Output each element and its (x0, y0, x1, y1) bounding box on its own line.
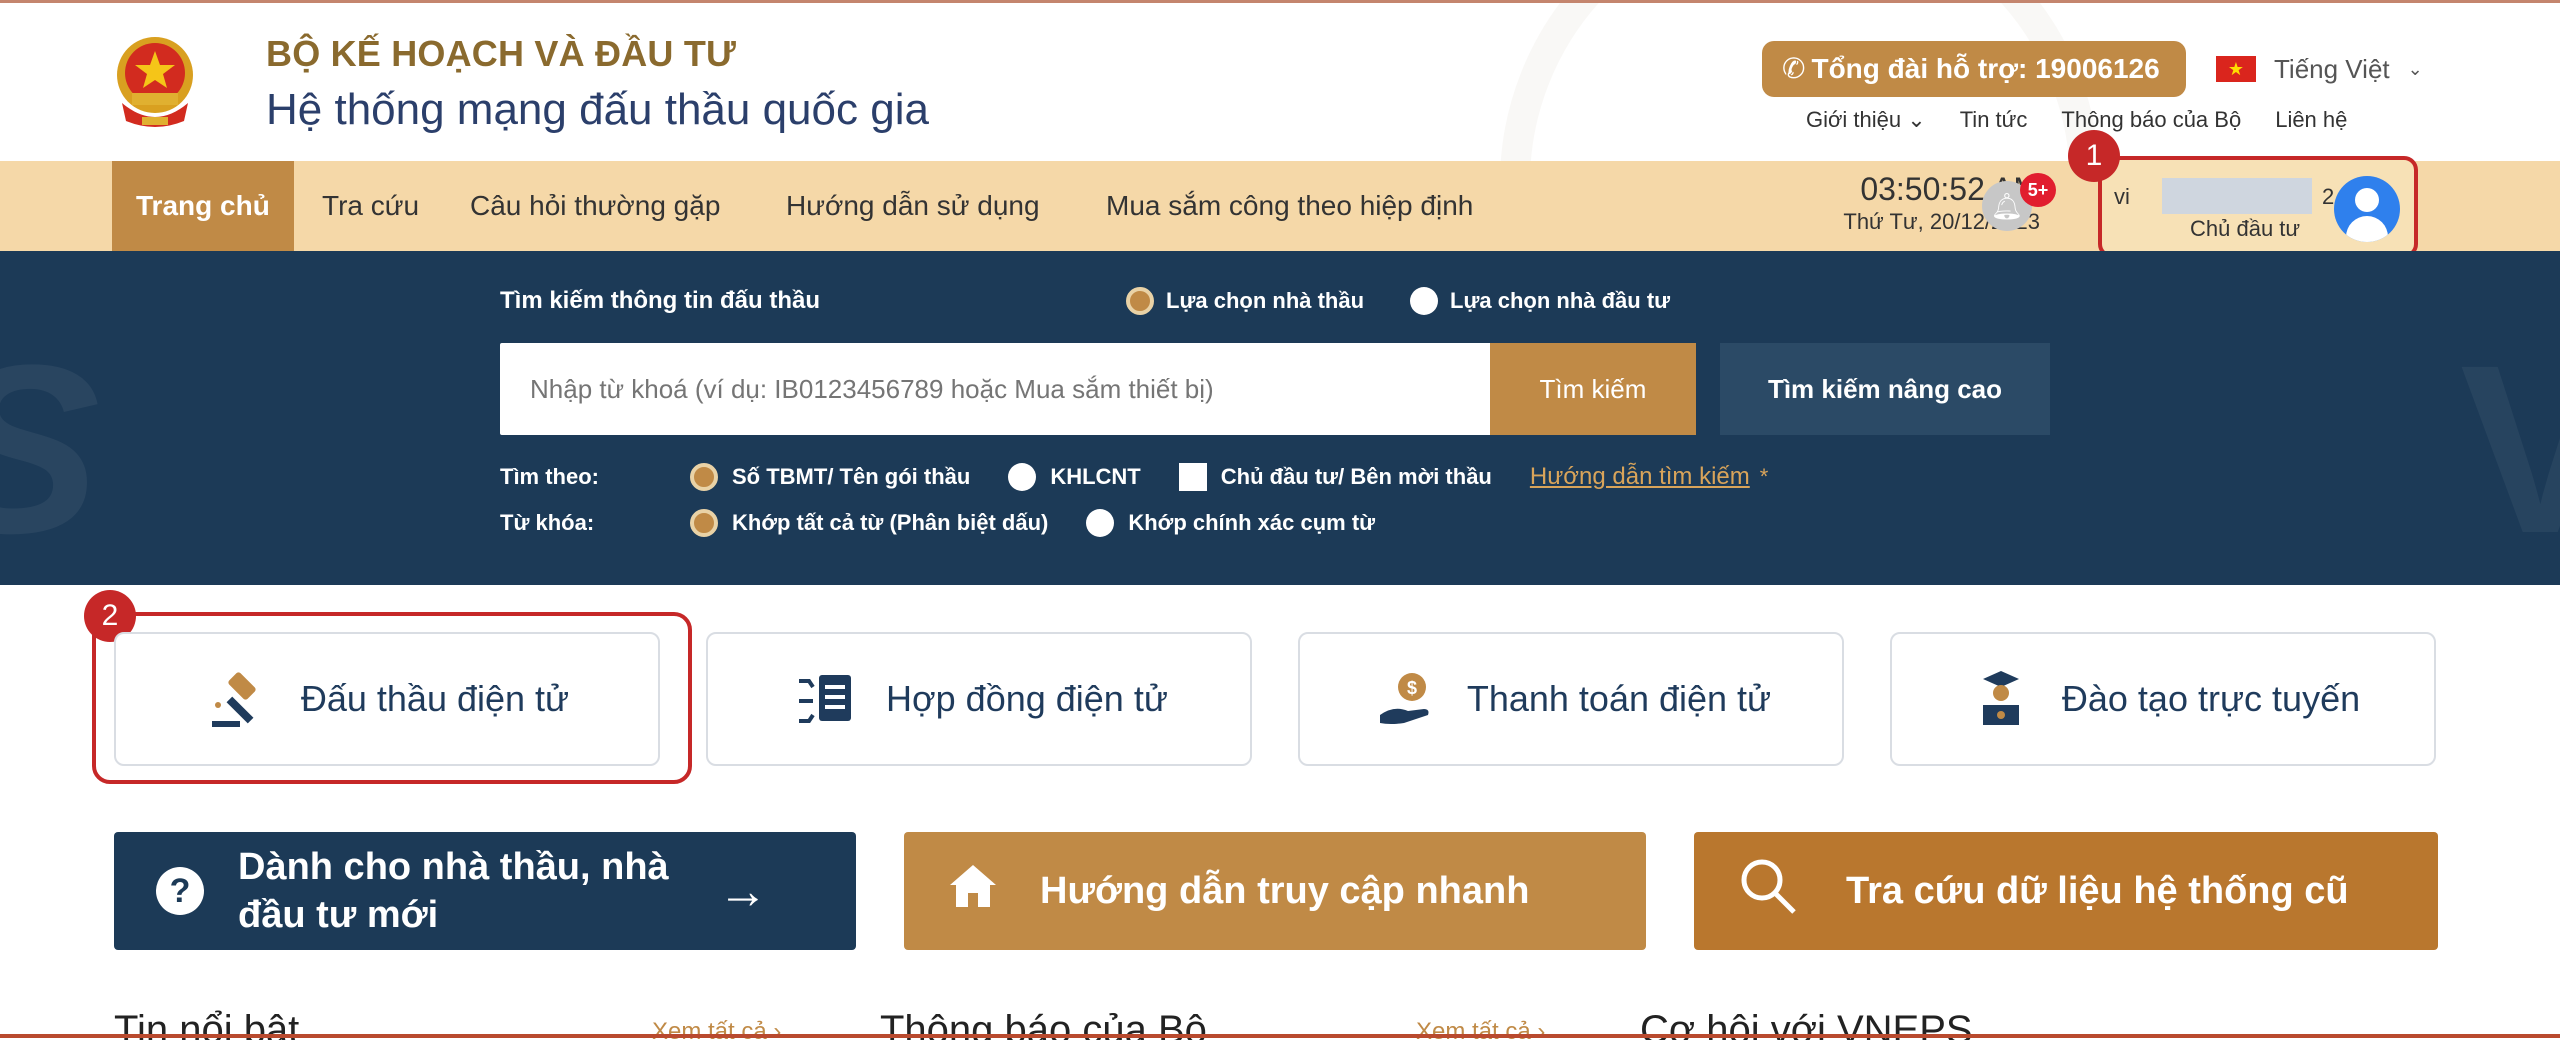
notification-badge: 5+ (2020, 173, 2056, 207)
radio-unselected-icon (1410, 287, 1438, 315)
service-card-e-payment[interactable]: $ Thanh toán điện tử (1298, 632, 1844, 766)
search-banner: S V Tìm kiếm thông tin đấu thầu Lựa chọn… (0, 251, 2560, 585)
hand-coin-icon: $ (1371, 664, 1441, 734)
service-card-e-learning[interactable]: Đào tạo trực tuyến (1890, 632, 2436, 766)
chevron-down-icon: ⌄ (2407, 58, 2423, 79)
org-name[interactable]: BỘ KẾ HOẠCH VÀ ĐẦU TƯ (266, 33, 736, 75)
service-label: Đào tạo trực tuyến (2061, 678, 2361, 719)
hotline-label: Tổng đài hỗ trợ: 19006126 (1811, 53, 2160, 84)
keyword-match-exact[interactable]: Khớp chính xác cụm từ (1086, 509, 1375, 537)
quick-access-banner[interactable]: Hướng dẫn truy cập nhanh (904, 832, 1646, 950)
question-icon: ? (156, 867, 204, 915)
nav-lookup[interactable]: Tra cứu (322, 161, 419, 251)
service-label: Thanh toán điện tử (1466, 678, 1772, 719)
search-by-label: Tìm theo: (500, 464, 599, 489)
nav-home[interactable]: Trang chủ (112, 161, 294, 251)
banner-decoration-left: S (0, 311, 100, 585)
legacy-lookup-banner[interactable]: Tra cứu dữ liệu hệ thống cũ (1694, 832, 2438, 950)
frame-bottom-border (0, 1034, 2560, 1038)
banner-decoration-right: V (2460, 315, 2560, 583)
keyword-row: Từ khóa: Khớp tất cả từ (Phân biệt dấu) … (500, 509, 1413, 537)
top-links: Giới thiệu ⌄ Tin tức Thông báo của Bộ Li… (1806, 107, 2347, 133)
service-card-e-bidding[interactable]: Đấu thầu điện tử (114, 632, 660, 766)
search-by-tbmt[interactable]: Số TBMT/ Tên gói thầu (690, 463, 970, 491)
avatar[interactable] (2334, 176, 2400, 242)
contract-document-icon (790, 664, 860, 734)
new-bidders-label: Dành cho nhà thầu, nhà đầu tư mới (238, 846, 669, 936)
service-label: Hợp đồng điện tử (886, 678, 1168, 719)
site-header: BỘ KẾ HOẠCH VÀ ĐẦU TƯ Hệ thống mạng đấu … (0, 3, 2560, 161)
mode-option-contractor[interactable]: Lựa chọn nhà thầu (1126, 287, 1364, 315)
hotline-button[interactable]: ✆ Tổng đài hỗ trợ: 19006126 (1762, 41, 2186, 97)
top-link-ministry-notices[interactable]: Thông báo của Bộ (2061, 107, 2241, 133)
search-by-row: Tìm theo: Số TBMT/ Tên gói thầu KHLCNT C… (500, 463, 1768, 491)
user-name-suffix: 2 (2322, 184, 2335, 209)
callout-marker-1: 1 (2068, 130, 2120, 182)
new-bidders-banner[interactable]: ? Dành cho nhà thầu, nhà đầu tư mới → (114, 832, 856, 950)
user-account-box[interactable]: vi 2 Chủ đầu tư (2098, 156, 2418, 258)
top-link-news[interactable]: Tin tức (1960, 107, 2028, 133)
checkbox-icon (1178, 463, 1207, 491)
nav-user-guide[interactable]: Hướng dẫn sử dụng (786, 161, 1040, 251)
search-input[interactable] (500, 343, 1490, 435)
nav-faq[interactable]: Câu hỏi thường gặp (470, 161, 720, 251)
gavel-icon (205, 664, 275, 734)
search-guide-link[interactable]: Hướng dẫn tìm kiếm (1530, 463, 1750, 491)
graduate-podium-icon (1966, 664, 2036, 734)
guide-star: * (1759, 464, 1769, 489)
user-name-prefix: vi (2114, 184, 2130, 209)
service-label: Đấu thầu điện tử (300, 678, 570, 719)
radio-selected-icon (1126, 287, 1154, 315)
advanced-search-button[interactable]: Tìm kiếm nâng cao (1720, 343, 2050, 435)
search-by-investor[interactable]: Chủ đầu tư/ Bên mời thầu (1178, 463, 1492, 491)
search-icon (1736, 854, 1800, 928)
keyword-label: Từ khóa: (500, 510, 595, 535)
language-label: Tiếng Việt (2274, 53, 2390, 84)
svg-text:$: $ (1407, 678, 1417, 698)
top-link-contact[interactable]: Liên hệ (2275, 107, 2347, 133)
nav-procurement-agreement[interactable]: Mua sắm công theo hiệp định (1106, 161, 1473, 251)
redacted-username (2162, 178, 2312, 214)
search-by-khlcnt[interactable]: KHLCNT (1008, 463, 1141, 491)
home-icon (948, 863, 998, 919)
search-title: Tìm kiếm thông tin đấu thầu (500, 287, 820, 314)
arrow-right-icon: → (718, 863, 768, 919)
mode-option-investor[interactable]: Lựa chọn nhà đầu tư (1410, 287, 1670, 315)
legacy-lookup-label: Tra cứu dữ liệu hệ thống cũ (1846, 869, 2349, 912)
national-emblem-logo[interactable] (112, 33, 198, 131)
language-selector[interactable]: ★ Tiếng Việt ⌄ (2216, 49, 2423, 89)
user-role: Chủ đầu tư (2190, 216, 2301, 241)
phone-icon: ✆ (1782, 53, 1806, 84)
service-card-e-contract[interactable]: Hợp đồng điện tử (706, 632, 1252, 766)
quick-access-label: Hướng dẫn truy cập nhanh (1040, 869, 1530, 912)
system-name[interactable]: Hệ thống mạng đấu thầu quốc gia (266, 85, 929, 135)
search-button[interactable]: Tìm kiếm (1490, 343, 1696, 435)
vietnam-flag-icon: ★ (2216, 56, 2256, 82)
top-link-about[interactable]: Giới thiệu ⌄ (1806, 107, 1926, 133)
keyword-match-all[interactable]: Khớp tất cả từ (Phân biệt dấu) (690, 509, 1048, 537)
